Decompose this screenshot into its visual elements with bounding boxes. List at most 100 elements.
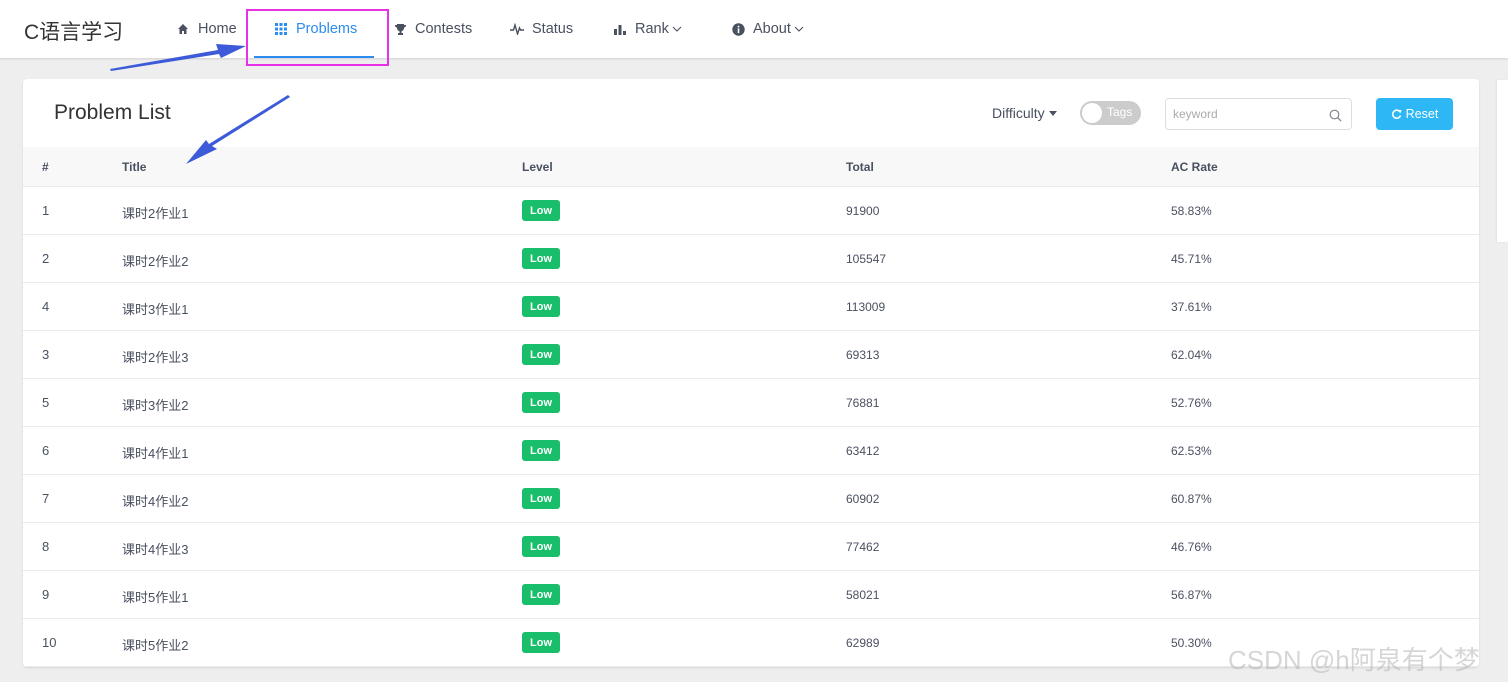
table-row[interactable]: 7 课时4作业2 Low 60902 60.87% [23,475,1479,523]
search-input[interactable] [1173,106,1318,122]
ac-rate: 62.04% [1171,348,1212,362]
nav-label-status: Status [532,21,574,37]
ac-rate: 45.71% [1171,252,1212,266]
caret-down-icon [1048,110,1057,116]
total-submissions: 69313 [846,348,880,362]
problem-title-link[interactable]: 课时4作业2 [122,491,188,510]
level-badge: Low [522,488,560,509]
total-submissions: 76881 [846,396,880,410]
nav-item-status[interactable]: Status [510,0,573,58]
difficulty-label: Difficulty [992,105,1045,121]
problem-list-panel: Problem List Difficulty Tags Reset # Tit… [23,79,1479,667]
nav-label-about: About [753,21,791,37]
problem-title-link[interactable]: 课时2作业1 [122,203,188,222]
column-header-title[interactable]: Title [122,160,146,174]
total-submissions: 60902 [846,492,880,506]
problem-title-link[interactable]: 课时3作业2 [122,395,188,414]
search-icon[interactable] [1329,109,1342,127]
problem-title-link[interactable]: 课时4作业1 [122,443,188,462]
nav-item-contests[interactable]: Contests [393,0,472,58]
table-row[interactable]: 3 课时2作业3 Low 69313 62.04% [23,331,1479,379]
chevron-down-icon [672,25,682,33]
problem-title-link[interactable]: 课时3作业1 [122,299,188,318]
pulse-icon [510,22,524,36]
table-row[interactable]: 2 课时2作业2 Low 105547 45.71% [23,235,1479,283]
nav-label-home: Home [198,21,237,37]
table-row[interactable]: 9 课时5作业1 Low 58021 56.87% [23,571,1479,619]
tags-toggle-label: Tags [1107,105,1133,119]
level-badge: Low [522,296,560,317]
problem-id: 6 [42,443,50,458]
app-logo[interactable]: C语言学习 [24,16,123,46]
side-panel-edge [1497,80,1508,242]
problem-title-link[interactable]: 课时5作业1 [122,587,188,606]
grid-icon [274,22,288,36]
table-row[interactable]: 8 课时4作业3 Low 77462 46.76% [23,523,1479,571]
top-navbar: C语言学习 Home Problems Contests Status Rank… [0,0,1508,58]
total-submissions: 58021 [846,588,880,602]
level-badge: Low [522,536,560,557]
total-submissions: 91900 [846,204,880,218]
total-submissions: 113009 [846,300,886,314]
page-title: Problem List [54,101,171,124]
level-badge: Low [522,392,560,413]
chevron-down-icon [794,25,804,33]
home-icon [176,22,190,36]
bar-chart-icon [613,22,627,36]
problem-id: 4 [42,299,50,314]
ac-rate: 50.30% [1171,636,1212,650]
reset-label: Reset [1405,107,1439,121]
column-header-id[interactable]: # [42,160,49,174]
nav-item-about[interactable]: About [731,0,804,58]
problem-id: 3 [42,347,50,362]
search-box [1165,98,1352,130]
refresh-icon [1391,108,1402,120]
ac-rate: 46.76% [1171,540,1212,554]
problem-id: 1 [42,203,50,218]
problem-title-link[interactable]: 课时4作业3 [122,539,188,558]
table-row[interactable]: 1 课时2作业1 Low 91900 58.83% [23,187,1479,235]
problem-id: 7 [42,491,50,506]
problem-id: 10 [42,635,57,650]
nav-label-problems: Problems [296,21,358,37]
trophy-icon [393,22,407,36]
problem-id: 8 [42,539,50,554]
problem-id: 9 [42,587,50,602]
ac-rate: 62.53% [1171,444,1212,458]
table-row[interactable]: 5 课时3作业2 Low 76881 52.76% [23,379,1479,427]
problem-title-link[interactable]: 课时2作业3 [122,347,188,366]
tags-toggle[interactable]: Tags [1080,101,1141,125]
csdn-watermark: CSDN @h阿泉有个梦 [1228,645,1480,675]
difficulty-dropdown[interactable]: Difficulty [992,105,1057,121]
total-submissions: 105547 [846,252,887,266]
level-badge: Low [522,440,560,461]
ac-rate: 56.87% [1171,588,1212,602]
column-header-total[interactable]: Total [846,160,874,174]
toggle-knob [1082,103,1102,123]
ac-rate: 52.76% [1171,396,1212,410]
nav-label-rank: Rank [635,21,669,37]
table-row[interactable]: 4 课时3作业1 Low 113009 37.61% [23,283,1479,331]
nav-item-rank[interactable]: Rank [613,0,682,58]
nav-item-problems[interactable]: Problems [254,0,374,58]
problem-title-link[interactable]: 课时5作业2 [122,635,188,654]
nav-item-home[interactable]: Home [176,0,237,58]
problem-title-link[interactable]: 课时2作业2 [122,251,188,270]
problem-id: 2 [42,251,50,266]
column-header-ac-rate[interactable]: AC Rate [1171,160,1218,174]
info-icon [731,22,745,36]
level-badge: Low [522,632,560,653]
reset-button[interactable]: Reset [1376,98,1453,130]
level-badge: Low [522,344,560,365]
level-badge: Low [522,200,560,221]
total-submissions: 77462 [846,540,880,554]
nav-label-contests: Contests [415,21,473,37]
column-header-level[interactable]: Level [522,160,553,174]
total-submissions: 62989 [846,636,880,650]
problem-id: 5 [42,395,50,410]
level-badge: Low [522,584,560,605]
table-row[interactable]: 6 课时4作业1 Low 63412 62.53% [23,427,1479,475]
ac-rate: 37.61% [1171,300,1212,314]
total-submissions: 63412 [846,444,880,458]
ac-rate: 58.83% [1171,204,1212,218]
